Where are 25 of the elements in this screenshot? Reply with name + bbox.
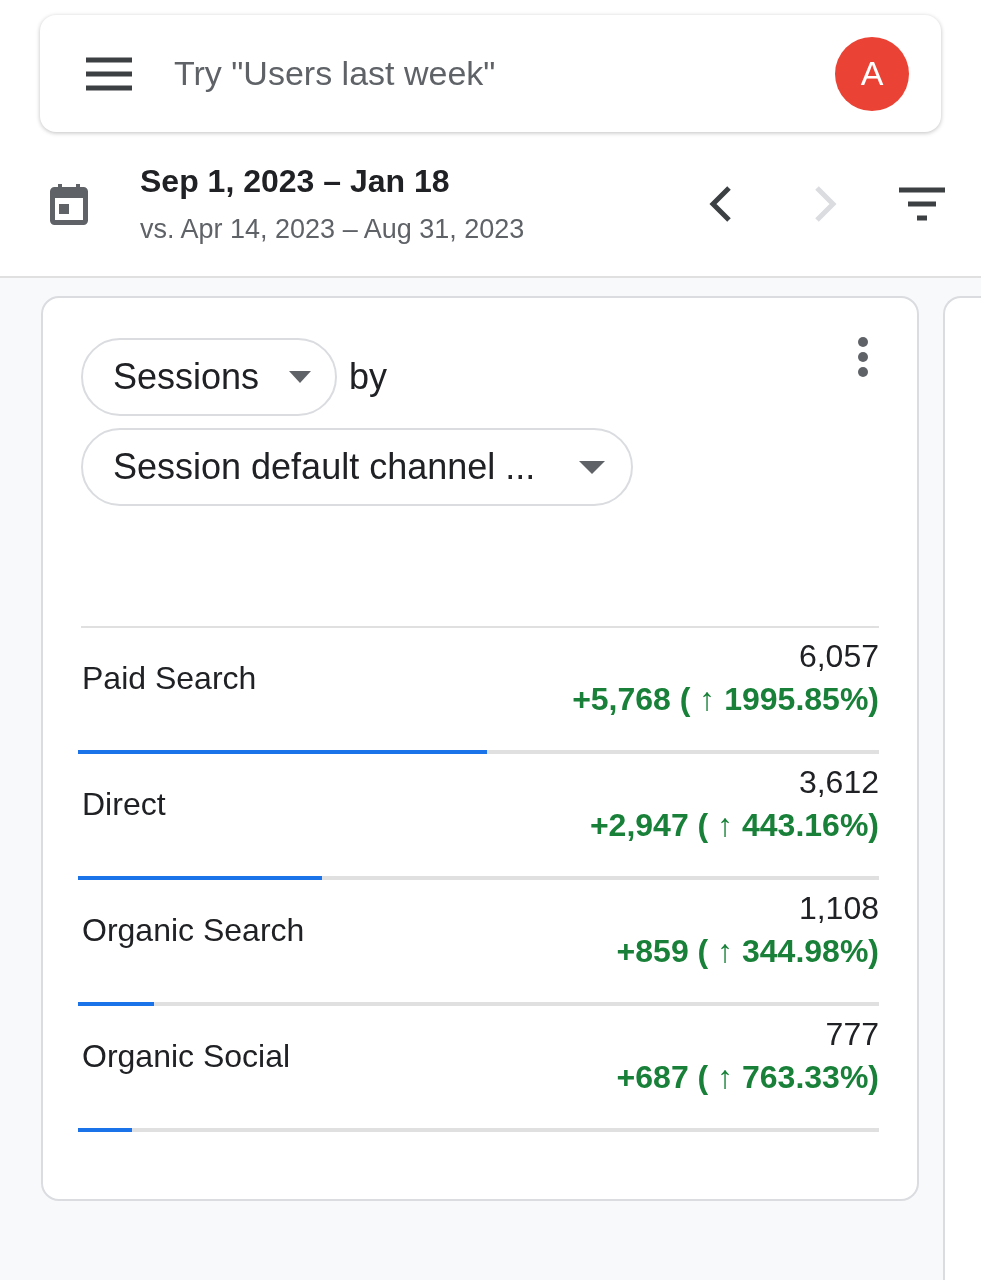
filter-icon[interactable] [899, 187, 945, 221]
change-value: +859 ( ↑ 344.98%) [616, 933, 879, 970]
caret-icon [579, 460, 606, 474]
metric-dropdown[interactable]: Sessions [81, 338, 338, 416]
channel-label: Direct [82, 785, 166, 823]
menu-icon[interactable] [86, 56, 132, 91]
change-value: +2,947 ( ↑ 443.16%) [589, 807, 879, 844]
session-count: 3,612 [798, 764, 879, 801]
channel-label: Paid Search [82, 659, 257, 697]
more-options-icon[interactable] [857, 336, 869, 378]
calendar-icon[interactable] [50, 183, 88, 225]
channel-label: Organic Social [82, 1037, 291, 1075]
search-field[interactable]: Try "Users last week" [174, 54, 835, 93]
connector-label: by [349, 356, 388, 398]
session-count: 1,108 [798, 890, 879, 927]
session-count: 777 [825, 1016, 879, 1053]
dimension-dropdown[interactable]: Session default channel ... [81, 428, 634, 506]
channel-label: Organic Search [82, 911, 305, 949]
caret-icon [289, 371, 312, 383]
change-value: +5,768 ( ↑ 1995.85%) [572, 681, 879, 718]
avatar[interactable]: A [835, 36, 909, 111]
date-range[interactable]: Sep 1, 2023 – Jan 18 [140, 163, 653, 200]
change-value: +687 ( ↑ 763.33%) [616, 1059, 879, 1096]
comparison-range: vs. Apr 14, 2023 – Aug 31, 2023 [140, 214, 526, 245]
session-count: 6,057 [798, 638, 879, 675]
